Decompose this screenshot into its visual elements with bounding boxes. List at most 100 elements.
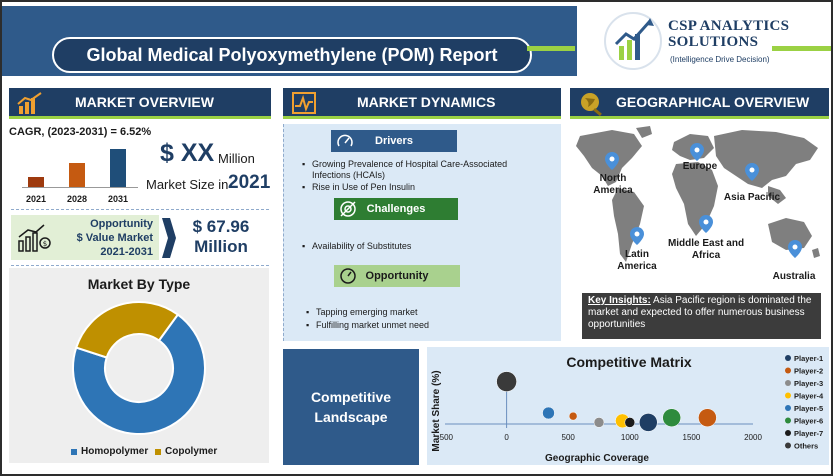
matrix-bubble: [568, 411, 578, 421]
pulse-chart-icon: [292, 92, 316, 114]
legend-label: Player-4: [794, 392, 824, 401]
logo-name: CSP ANALYTICS SOLUTIONS: [668, 18, 789, 50]
map-pin-icon: [690, 143, 704, 161]
matrix-bubble-player-5: [542, 406, 555, 420]
region-middle-east-africa: Middle East and Africa: [664, 238, 748, 262]
matrix-x-tick: 0: [504, 433, 509, 442]
region-latin-america: Latin America: [612, 249, 662, 273]
legend-marker: [785, 367, 791, 374]
gauge-icon: [337, 134, 353, 147]
driver-item-continued: Infections (HCAIs): [312, 170, 386, 180]
legend-homopolymer: Homopolymer: [71, 446, 148, 457]
legend-label: Player-7: [794, 429, 823, 438]
legend-swatch-copolymer: [155, 448, 161, 455]
legend-marker: [785, 430, 791, 436]
region-label: Latin: [625, 249, 649, 260]
title-bar: Global Medical Polyoxymethylene (POM) Re…: [2, 6, 577, 76]
market-size-bar-label: 2021: [26, 194, 47, 204]
logo-tagline: (Intelligence Drive Decision): [670, 55, 770, 64]
legend-label-homopolymer: Homopolymer: [81, 446, 149, 457]
legend-marker: [785, 355, 791, 361]
legend-swatch-homopolymer: [71, 448, 77, 455]
market-dynamics-header: MARKET DYNAMICS: [283, 88, 561, 119]
matrix-x-label: Geographic Coverage: [545, 453, 649, 464]
chevron-right-icon: [162, 218, 176, 258]
drivers-header: Drivers: [331, 130, 457, 152]
competitive-matrix-panel: Competitive Matrix -500 0 500 1000 1500 2000 Ge…: [427, 347, 829, 465]
competitive-landscape-line1: Competitive: [310, 389, 392, 405]
legend-marker: [785, 380, 791, 386]
divider: [11, 209, 269, 210]
competitive-landscape-line2: Landscape: [314, 409, 388, 425]
world-map: North America Europe Asia Pacific Latin …: [572, 124, 829, 291]
region-australia: Australia: [772, 271, 816, 282]
map-pin-icon: [699, 215, 713, 233]
opportunity-item: Fulfilling market unmet need: [306, 320, 429, 331]
legend-marker: [785, 405, 791, 411]
market-overview-header: MARKET OVERVIEW: [9, 88, 271, 119]
divider: [11, 265, 269, 266]
opportunity-value-amount: $ 67.96: [192, 217, 250, 236]
market-size-bar: [110, 149, 126, 187]
opportunity-box: $ Opportunity $ Value Market 2021-2031: [11, 215, 159, 260]
legend-copolymer: Copolymer: [155, 446, 217, 457]
opportunity-value-unit: Million: [194, 237, 248, 256]
market-dynamics-panel: Drivers Growing Prevalence of Hospital C…: [283, 124, 561, 341]
legend-label: Player-2: [794, 367, 823, 376]
matrix-y-label: Market Share (%): [431, 370, 442, 451]
donut-slice-copolymer: [74, 301, 180, 359]
driver-item: Growing Prevalence of Hospital Care-Asso…: [302, 159, 507, 170]
legend-label-copolymer: Copolymer: [165, 446, 218, 457]
opportunity-line2: $ Value Market: [76, 232, 153, 244]
title-pill: Global Medical Polyoxymethylene (POM) Re…: [52, 37, 532, 73]
money-growth-icon: $: [18, 224, 51, 252]
matrix-bubble-others: [496, 371, 517, 392]
legend-label: Others: [794, 442, 818, 451]
market-dynamics-title: MARKET DYNAMICS: [357, 94, 496, 110]
matrix-x-tick: 1000: [621, 433, 639, 442]
gauge-icon: [340, 268, 356, 284]
matrix-x-tick: 1500: [683, 433, 701, 442]
geographical-overview-header: GEOGRAPHICAL OVERVIEW: [570, 88, 829, 119]
growth-chart-icon: [17, 92, 42, 114]
region-asia-pacific: Asia Pacific: [723, 192, 781, 203]
market-size-bar-label: 2031: [108, 194, 129, 204]
matrix-bubble-player-1: [639, 413, 658, 432]
target-icon: [340, 201, 356, 217]
opportunity-label: Opportunity: [365, 270, 429, 282]
title-accent-line: [527, 46, 575, 51]
opportunity-line1: Opportunity: [90, 218, 153, 230]
market-size-year: 2021: [228, 172, 271, 193]
matrix-bubble-player-7: [624, 417, 636, 428]
market-by-type-donut: [72, 301, 206, 435]
legend-label: Player-5: [794, 404, 823, 413]
geographical-overview-title: GEOGRAPHICAL OVERVIEW: [616, 94, 810, 110]
competitive-matrix-chart: Competitive Matrix-500 0 500 1000 1500 2000Ge…: [431, 354, 824, 464]
market-overview-title: MARKET OVERVIEW: [75, 94, 214, 110]
opportunity-line3: 2021-2031: [100, 246, 153, 258]
page-title: Global Medical Polyoxymethylene (POM) Re…: [86, 44, 498, 65]
region-label: Africa: [691, 250, 721, 261]
map-pin-icon: [788, 240, 802, 258]
opportunity-item: Tapping emerging market: [306, 307, 418, 318]
opportunity-value: $ 67.96 Million: [188, 217, 254, 257]
matrix-bubble-player-2: [698, 408, 717, 427]
matrix-x-tick: 500: [562, 433, 576, 442]
matrix-bubble-player-3: [593, 417, 605, 428]
market-by-type-panel: Market By Type Homopolymer Copolymer: [9, 268, 269, 463]
region-europe: Europe: [682, 161, 718, 172]
opportunity-header: Opportunity: [334, 265, 460, 287]
market-size-label: Market Size in: [146, 177, 229, 192]
legend-marker: [785, 417, 791, 424]
challenges-label: Challenges: [366, 203, 426, 215]
company-logo: CSP ANALYTICS SOLUTIONS (Intelligence Dr…: [600, 10, 830, 72]
key-insights-label: Key Insights:: [588, 295, 651, 306]
competitive-landscape-box: Competitive Landscape: [283, 349, 419, 465]
region-label: America: [593, 185, 633, 196]
mini-bar-axis: [22, 187, 138, 188]
region-label: North: [599, 173, 627, 184]
region-north-america: North America: [590, 173, 636, 197]
svg-text:$: $: [43, 240, 47, 248]
market-size-bar: [69, 163, 85, 187]
region-label: Middle East and: [667, 238, 745, 249]
